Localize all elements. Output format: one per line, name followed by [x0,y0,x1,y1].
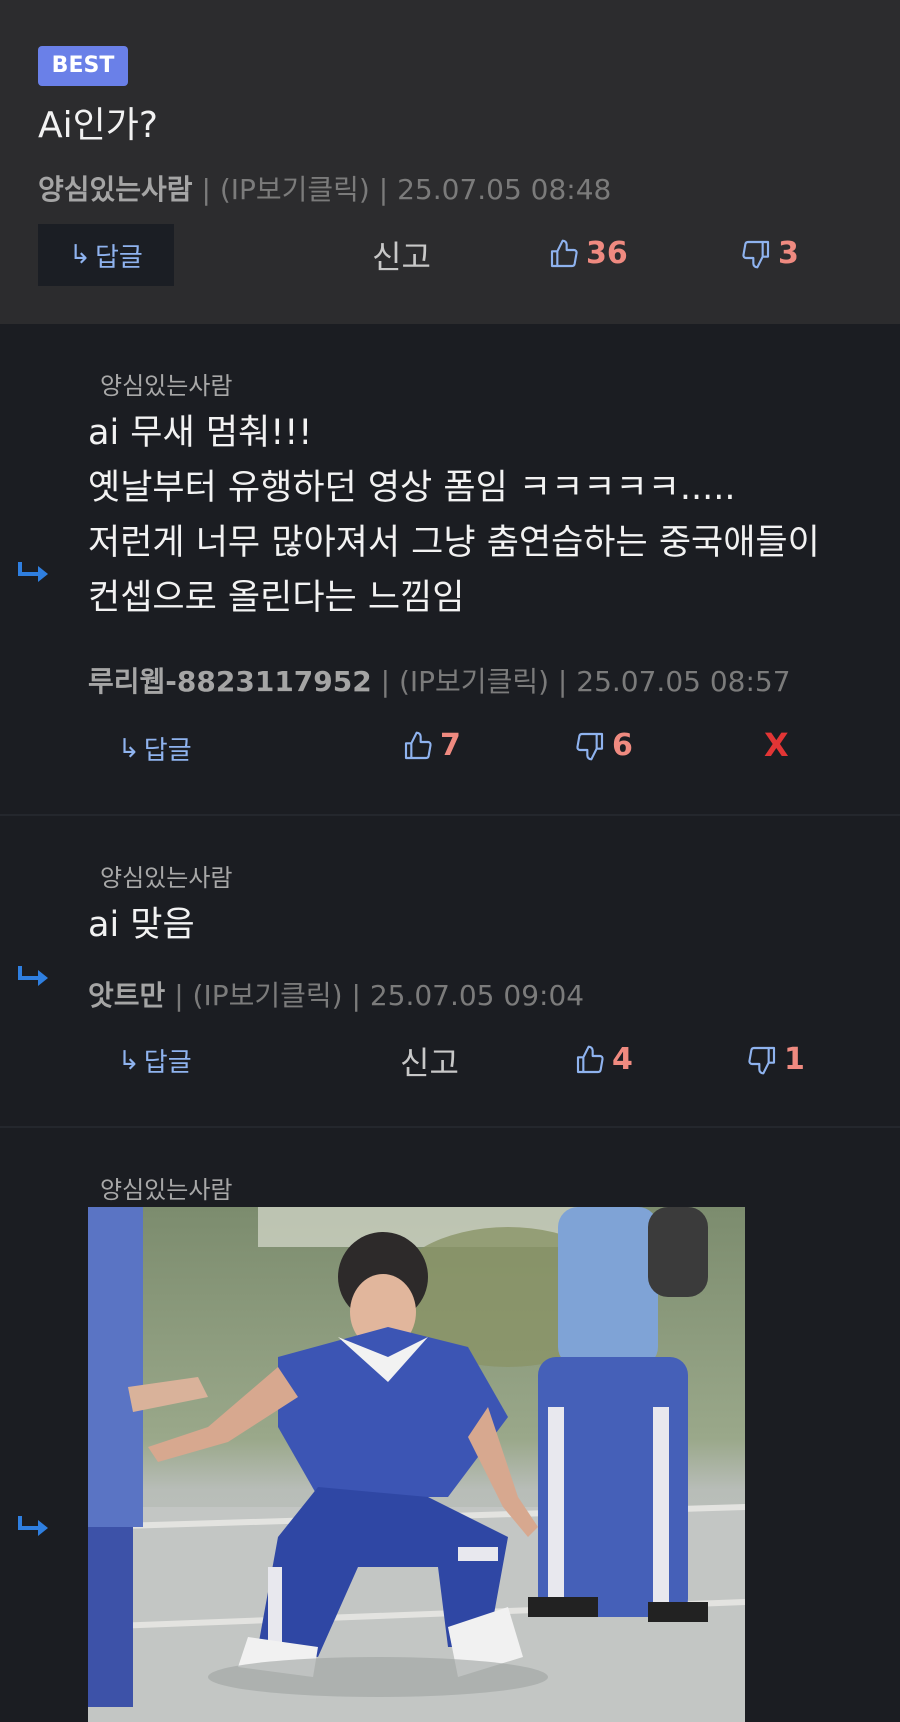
comment-timestamp: 25.07.05 08:48 [397,173,612,206]
dislike-button[interactable]: 6 [574,728,633,763]
comment-line: 옛날부터 유행하던 영상 폼임 ㅋㅋㅋㅋㅋ..... [88,468,736,508]
report-button[interactable]: 신고 [372,232,431,278]
report-button[interactable]: 신고 [400,1038,459,1084]
comment-timestamp: 25.07.05 08:57 [576,665,791,698]
comment-timestamp: 25.07.05 09:04 [369,979,585,1012]
reply-button[interactable]: ↳ 답글 [118,730,192,767]
comment-author[interactable]: 루리웹-8823117952 [88,665,372,698]
dislike-count: 3 [778,236,799,271]
comment-meta: 루리웹-8823117952 | (IP보기클릭) | 25.07.05 08:… [88,660,791,700]
reply-label: 답글 [94,242,143,273]
meta-separator: | [351,979,370,1012]
reply-target-nick: 양심있는사람 [100,1176,233,1204]
ip-view-link[interactable]: (IP보기클릭) [193,979,343,1012]
best-badge: BEST [38,46,128,86]
reply-arrow-icon: ↳ [118,1045,140,1076]
like-count: 36 [586,236,628,271]
like-button[interactable]: 4 [574,1042,633,1077]
reply-target-nick: 양심있는사람 [100,372,233,400]
thumbs-up-icon [404,731,432,759]
comment-text: ai 무새 멈춰!!! 옛날부터 유행하던 영상 폼임 ㅋㅋㅋㅋㅋ..... 저… [88,406,820,626]
like-button[interactable]: 36 [548,236,628,271]
reply-arrow-icon [18,966,48,986]
comment-divider [0,1126,900,1128]
comment-image[interactable] [88,1207,745,1722]
meta-separator: | [174,979,193,1012]
reply-label: 답글 [143,736,192,766]
meta-separator: | [380,665,399,698]
reply-button[interactable]: ↳ 답글 [118,1042,192,1079]
comment-line: 컨셉으로 올린다는 느낌임 [88,578,465,618]
meta-separator: | [378,173,398,206]
thumbs-up-icon [550,239,578,267]
reply-arrow-icon: ↳ [118,733,140,764]
thumbs-down-icon [742,240,770,268]
like-count: 4 [612,1042,633,1077]
delete-button[interactable]: X [764,726,789,764]
dislike-button[interactable]: 1 [746,1042,805,1077]
comment-line: ai 무새 멈춰!!! [88,413,313,453]
best-comment-text: Ai인가? [38,105,158,146]
reply-arrow-icon: ↳ [69,240,91,270]
comment-line: 저런게 너무 많아져서 그냥 춤연습하는 중국애들이 [88,523,820,563]
dancing-kids-photo [88,1207,745,1722]
like-button[interactable]: 7 [402,728,461,763]
comment-meta: 양심있는사람 | (IP보기클릭) | 25.07.05 08:48 [38,168,611,208]
thumbs-down-icon [576,732,604,760]
comment-text: ai 맞음 [88,898,195,953]
reply-arrow-icon [18,562,48,582]
meta-separator: | [201,173,220,206]
ip-view-link[interactable]: (IP보기클릭) [399,665,549,698]
like-count: 7 [440,728,461,763]
meta-separator: | [557,665,577,698]
dislike-count: 6 [612,728,633,763]
dislike-button[interactable]: 3 [740,236,799,271]
thumbs-down-icon [748,1046,776,1074]
reply-arrow-icon [18,1516,48,1536]
comment-author[interactable]: 앗트만 [88,979,165,1012]
reply-button[interactable]: ↳ 답글 [38,224,174,286]
ip-view-link[interactable]: (IP보기클릭) [220,173,370,206]
comment-divider [0,814,900,816]
comment-meta: 앗트만 | (IP보기클릭) | 25.07.05 09:04 [88,974,584,1014]
thumbs-up-icon [576,1045,604,1073]
comment-line: ai 맞음 [88,905,195,945]
reply-label: 답글 [143,1048,192,1078]
comment-author[interactable]: 양심있는사람 [38,173,193,206]
best-comment: BEST Ai인가? 양심있는사람 | (IP보기클릭) | 25.07.05 … [0,0,900,324]
reply-target-nick: 양심있는사람 [100,864,233,892]
dislike-count: 1 [784,1042,805,1077]
